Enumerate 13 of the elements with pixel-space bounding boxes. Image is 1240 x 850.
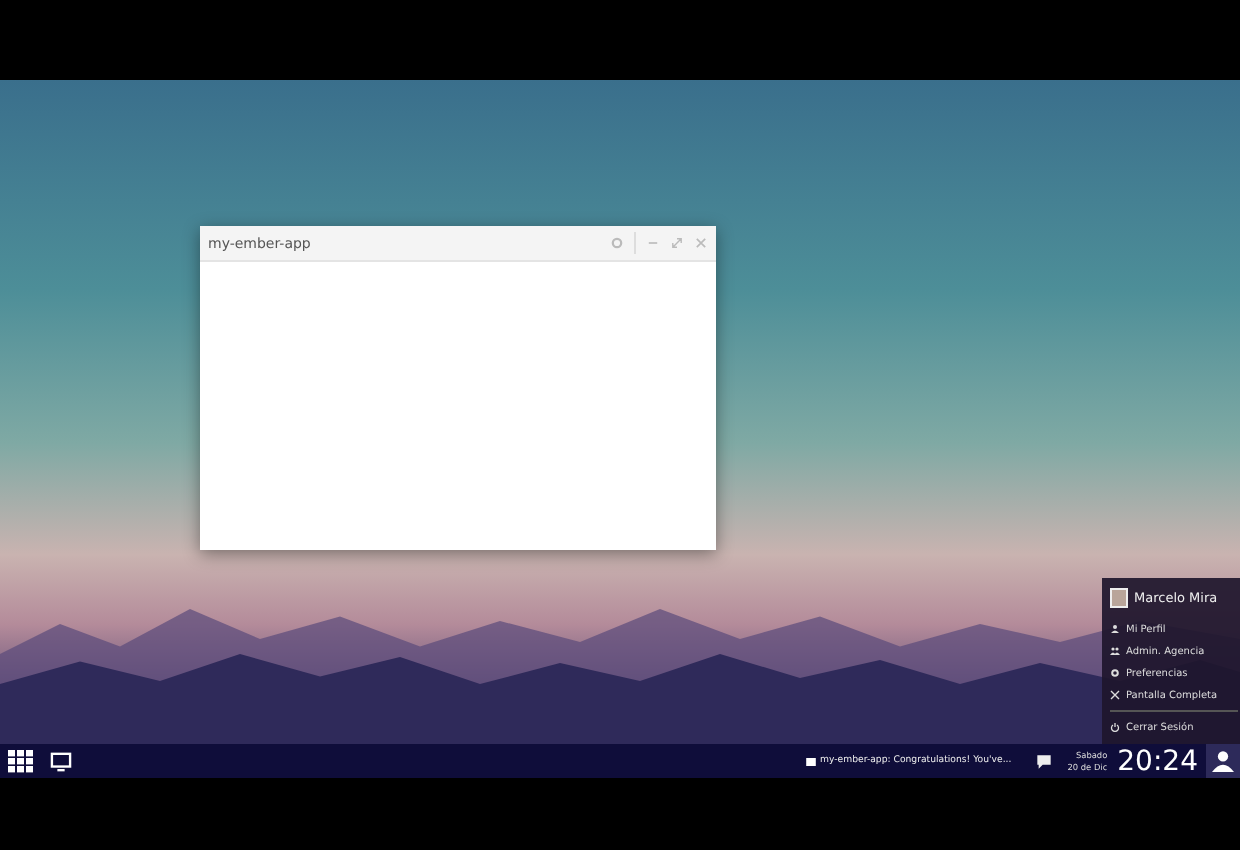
chat-icon bbox=[806, 757, 817, 765]
power-icon bbox=[1110, 722, 1120, 732]
group-icon bbox=[1110, 646, 1120, 656]
monitor-icon[interactable] bbox=[50, 751, 72, 771]
clock-time: 20:24 bbox=[1117, 745, 1198, 777]
chat-bubble-icon[interactable] bbox=[1035, 753, 1052, 769]
gear-icon bbox=[1110, 668, 1120, 678]
user-button[interactable] bbox=[1206, 744, 1240, 778]
person-icon bbox=[1110, 624, 1120, 634]
avatar-placeholder bbox=[1110, 588, 1128, 608]
app-grid-icon[interactable] bbox=[8, 749, 34, 773]
expand-icon bbox=[1110, 690, 1120, 700]
person-icon bbox=[1212, 750, 1234, 772]
